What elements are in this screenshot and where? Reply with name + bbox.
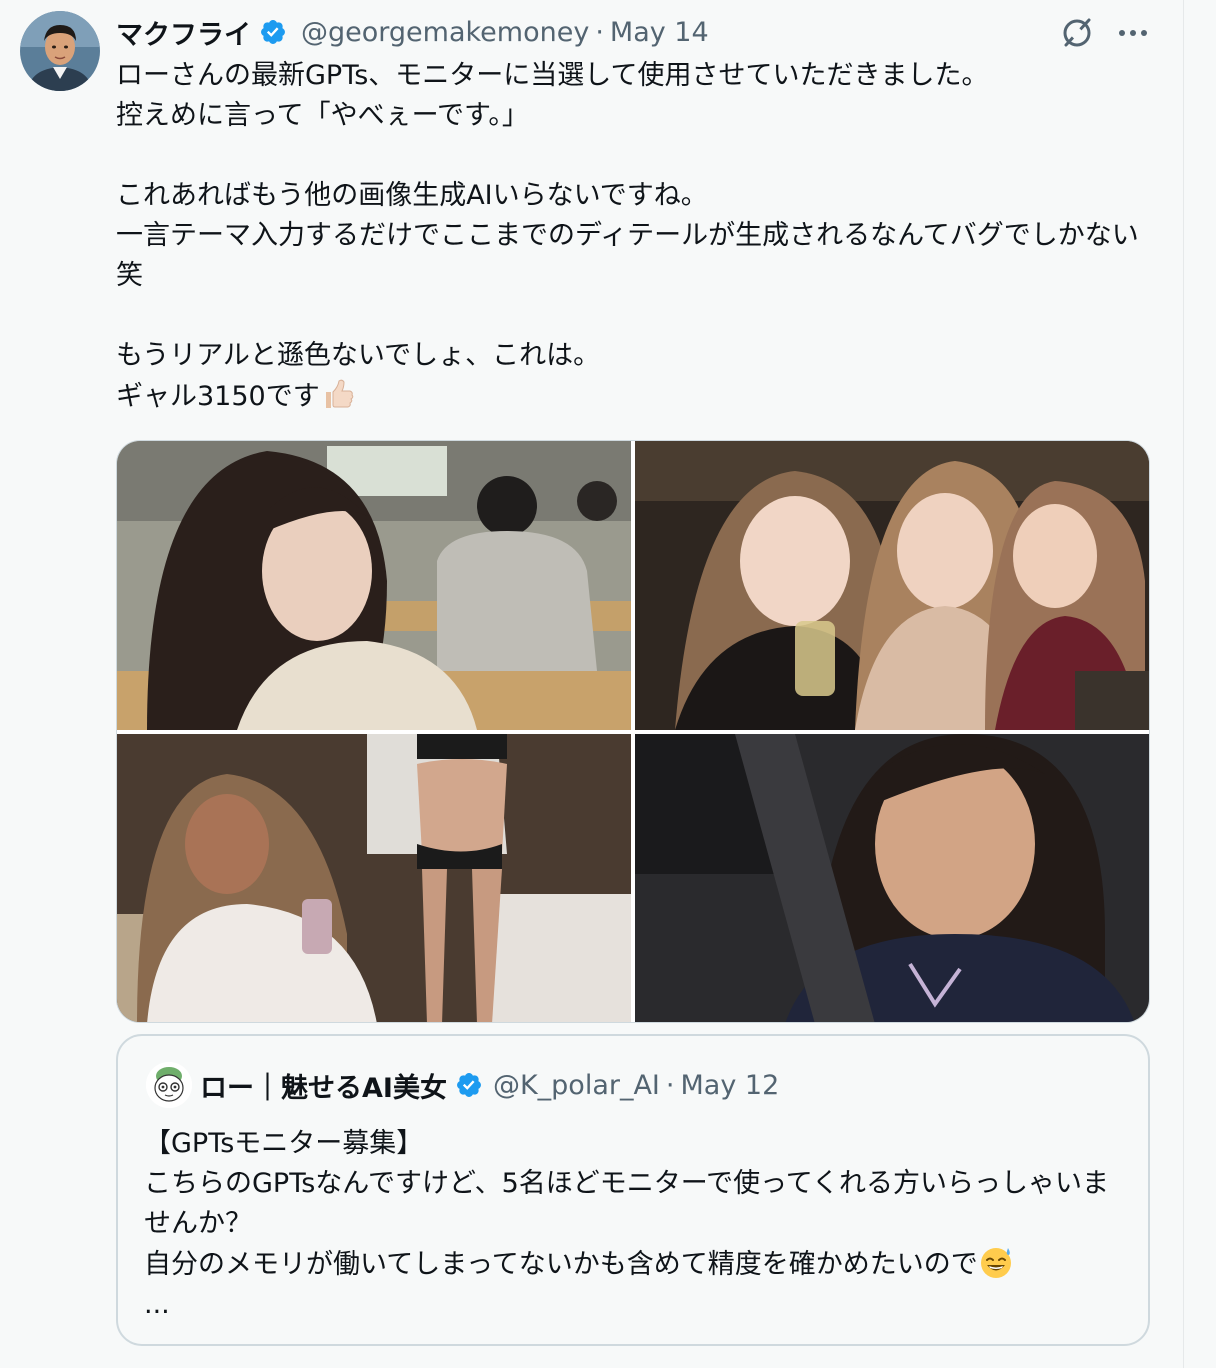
- media-grid: [116, 440, 1150, 1023]
- tweet-text: ローさんの最新GPTs、モニターに当選して使用させていただきました。 控えめに言…: [116, 60, 1139, 412]
- quoted-tweet-date: May 12: [680, 1069, 780, 1101]
- photo-lecture-hall-selfie[interactable]: [117, 441, 631, 730]
- verified-badge-icon: [261, 20, 285, 44]
- quoted-tweet-header: ロー｜魅せるAI美女 @K_polar_AI · May 12: [200, 1064, 779, 1106]
- grok-icon[interactable]: [1058, 14, 1096, 52]
- quoted-header-separator: ·: [665, 1069, 675, 1101]
- quoted-author-display-name: ロー｜魅せるAI美女: [200, 1072, 447, 1104]
- header-separator: ·: [595, 16, 604, 48]
- author-handle[interactable]: @georgemakemoney: [301, 17, 589, 48]
- photo-two-women-room[interactable]: [117, 734, 631, 1022]
- quoted-author-handle: @K_polar_AI: [492, 1069, 660, 1101]
- verified-badge-icon: [456, 1073, 481, 1097]
- quoted-tweet[interactable]: ロー｜魅せるAI美女 @K_polar_AI · May 12 【GPTsモニタ…: [116, 1034, 1150, 1346]
- quoted-tweet-text: 【GPTsモニター募集】 こちらのGPTsなんですけど、5名ほどモニターで使って…: [144, 1128, 1109, 1280]
- sweat-smile-icon: [980, 1248, 1011, 1278]
- quoted-author-avatar[interactable]: [146, 1062, 192, 1108]
- quoted-tweet-body: 【GPTsモニター募集】 こちらのGPTsなんですけど、5名ほどモニターで使って…: [144, 1124, 1134, 1325]
- tweet-date[interactable]: May 14: [610, 17, 709, 48]
- tweet-header: マクフライ @georgemakemoney · May 14: [116, 12, 709, 52]
- tweet-body: ローさんの最新GPTs、モニターに当選して使用させていただきました。 控えめに言…: [116, 56, 1156, 417]
- tweet[interactable]: マクフライ @georgemakemoney · May 14 ローさんの最新G…: [0, 0, 1184, 1368]
- author-display-name[interactable]: マクフライ: [116, 13, 251, 52]
- quoted-tweet-ellipsis: ...: [144, 1289, 170, 1320]
- more-options-icon[interactable]: [1114, 18, 1152, 48]
- photo-car-selfie[interactable]: [635, 734, 1149, 1022]
- author-avatar[interactable]: [20, 11, 100, 91]
- thumbs-up-icon: [325, 379, 354, 408]
- photo-three-women-bar[interactable]: [635, 441, 1149, 730]
